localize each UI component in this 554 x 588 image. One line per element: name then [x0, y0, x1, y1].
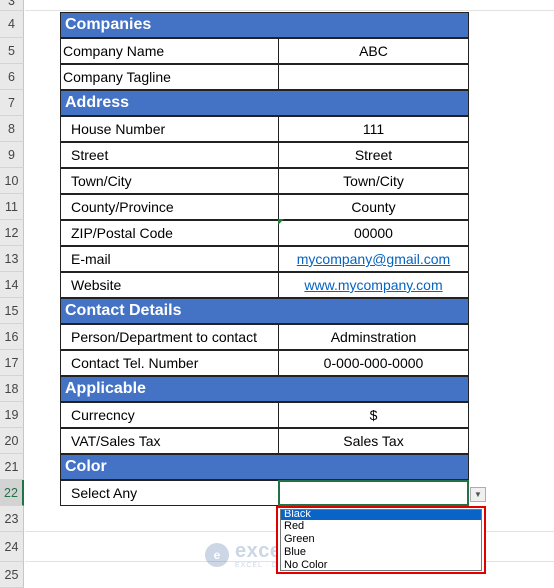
- dropdown-highlight-box: Black Red Green Blue No Color: [276, 506, 486, 574]
- row-header-16[interactable]: 16: [0, 324, 24, 350]
- color-select-cell[interactable]: [278, 480, 469, 506]
- cell-street-label[interactable]: Street: [60, 142, 279, 168]
- cell-county-label[interactable]: County/Province: [60, 194, 279, 220]
- row-header-8[interactable]: 8: [0, 116, 24, 142]
- section-header-applicable[interactable]: Applicable: [60, 376, 469, 402]
- row-header-24[interactable]: 24: [0, 532, 24, 562]
- gridline: [25, 10, 554, 11]
- section-header-companies[interactable]: Companies: [60, 12, 469, 38]
- cell-tel-label[interactable]: Contact Tel. Number: [60, 350, 279, 376]
- row-header-23[interactable]: 23: [0, 506, 24, 532]
- dropdown-option-no-color[interactable]: No Color: [281, 559, 481, 570]
- dropdown-option-red[interactable]: Red: [281, 520, 481, 533]
- cell-company-name-value[interactable]: ABC: [278, 38, 469, 64]
- row-header-12[interactable]: 12: [0, 220, 24, 246]
- color-dropdown-list[interactable]: Black Red Green Blue No Color: [280, 509, 482, 571]
- row-header-17[interactable]: 17: [0, 350, 24, 376]
- cell-person-value[interactable]: Adminstration: [278, 324, 469, 350]
- cell-website-label[interactable]: Website: [60, 272, 279, 298]
- dropdown-option-green[interactable]: Green: [281, 533, 481, 546]
- section-header-color[interactable]: Color: [60, 454, 469, 480]
- cell-email-label[interactable]: E-mail: [60, 246, 279, 272]
- cell-company-tagline-label[interactable]: Company Tagline: [60, 64, 279, 90]
- cell-currency-label[interactable]: Currecncy: [60, 402, 279, 428]
- cell-website-link[interactable]: www.mycompany.com: [278, 272, 469, 298]
- row-header-13[interactable]: 13: [0, 246, 24, 272]
- cell-company-tagline-value[interactable]: [278, 64, 469, 90]
- dropdown-option-black[interactable]: Black: [281, 510, 481, 520]
- cell-street-value[interactable]: Street: [278, 142, 469, 168]
- cell-tel-value[interactable]: 0-000-000-0000: [278, 350, 469, 376]
- cell-zip-value[interactable]: 00000: [278, 220, 469, 246]
- row-header-6[interactable]: 6: [0, 64, 24, 90]
- row-header-22[interactable]: 22: [0, 480, 24, 506]
- row-header-10[interactable]: 10: [0, 168, 24, 194]
- cell-company-name-label[interactable]: Company Name: [60, 38, 279, 64]
- cell-house-number-value[interactable]: 111: [278, 116, 469, 142]
- row-header-14[interactable]: 14: [0, 272, 24, 298]
- row-header-25[interactable]: 25: [0, 562, 24, 588]
- section-header-contact[interactable]: Contact Details: [60, 298, 469, 324]
- cell-email-link[interactable]: mycompany@gmail.com: [278, 246, 469, 272]
- dropdown-arrow-button[interactable]: ▼: [470, 487, 486, 502]
- cell-town-value[interactable]: Town/City: [278, 168, 469, 194]
- row-header-15[interactable]: 15: [0, 298, 24, 324]
- spreadsheet[interactable]: 3 4 5 6 7 8 9 10 11 12 13 14 15 16 17 18…: [0, 0, 554, 588]
- cell-vat-value[interactable]: Sales Tax: [278, 428, 469, 454]
- row-header-7[interactable]: 7: [0, 90, 24, 116]
- error-indicator-icon: [278, 219, 284, 225]
- row-header-20[interactable]: 20: [0, 428, 24, 454]
- row-header-19[interactable]: 19: [0, 402, 24, 428]
- cell-vat-label[interactable]: VAT/Sales Tax: [60, 428, 279, 454]
- row-header-4[interactable]: 4: [0, 11, 24, 38]
- cell-town-label[interactable]: Town/City: [60, 168, 279, 194]
- chevron-down-icon: ▼: [474, 490, 482, 499]
- cell-zip-label[interactable]: ZIP/Postal Code: [60, 220, 279, 246]
- row-header-5[interactable]: 5: [0, 38, 24, 64]
- cell-person-label[interactable]: Person/Department to contact: [60, 324, 279, 350]
- cell-county-value[interactable]: County: [278, 194, 469, 220]
- dropdown-option-blue[interactable]: Blue: [281, 546, 481, 559]
- cell-select-label[interactable]: Select Any: [60, 480, 279, 506]
- cell-currency-value[interactable]: $: [278, 402, 469, 428]
- exceldemy-logo-icon: e: [205, 543, 229, 567]
- row-header-18[interactable]: 18: [0, 376, 24, 402]
- row-header-9[interactable]: 9: [0, 142, 24, 168]
- cell-house-number-label[interactable]: House Number: [60, 116, 279, 142]
- row-header-11[interactable]: 11: [0, 194, 24, 220]
- row-header-21[interactable]: 21: [0, 454, 24, 480]
- row-header-3[interactable]: 3: [0, 0, 24, 11]
- section-header-address[interactable]: Address: [60, 90, 469, 116]
